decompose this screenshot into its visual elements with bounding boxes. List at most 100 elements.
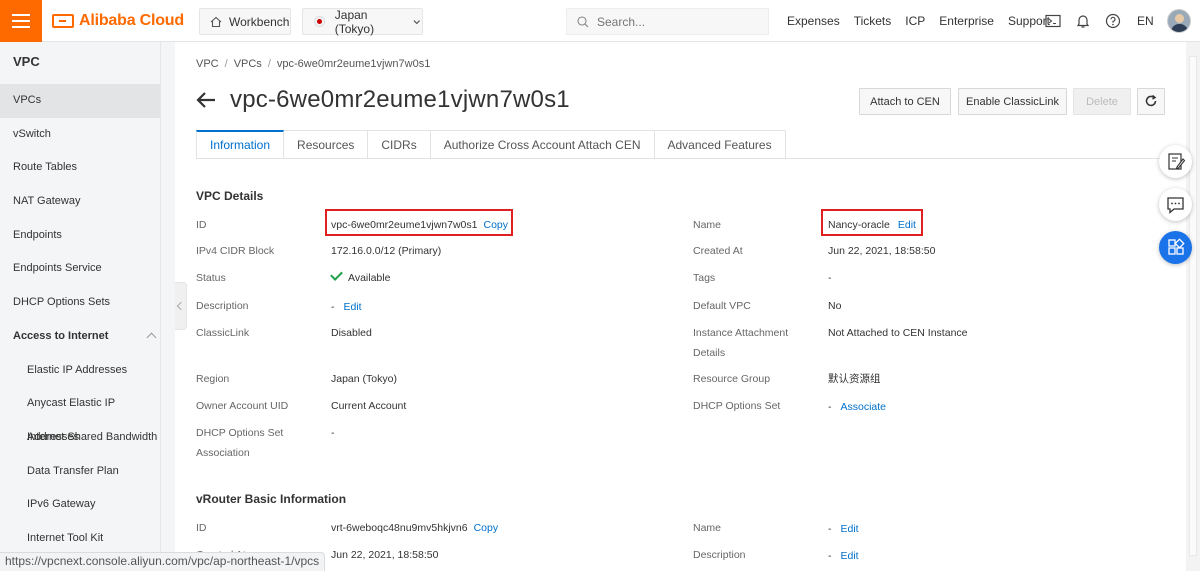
status-text: Available [348,272,391,284]
icp-link[interactable]: ICP [905,14,925,28]
sidebar-item-shared-bandwidth[interactable]: Internet Shared Bandwidth [0,421,160,455]
hamburger-menu-button[interactable] [0,0,42,42]
dhcp-options-set-text: - [828,401,832,413]
classiclink-label: ClassicLink [196,327,250,339]
tickets-link[interactable]: Tickets [854,14,892,28]
page-title: vpc-6we0mr2eume1vjwn7w0s1 [230,86,570,113]
sidebar-scrollbar[interactable] [161,42,175,571]
search-input[interactable] [597,14,767,29]
vrouter-created-value: Jun 22, 2021, 18:58:50 [331,549,439,561]
help-icon[interactable] [1105,13,1121,29]
page-scrollbar[interactable] [1186,42,1200,571]
japan-flag-icon [315,17,324,26]
instance-attachment-label: Instance Attachment Details [693,327,789,359]
resource-group-label: Resource Group [693,373,771,385]
breadcrumb-vpc[interactable]: VPC [196,58,219,70]
sidebar-item-vpcs[interactable]: VPCs [0,84,160,118]
edit-description-link[interactable]: Edit [344,301,362,313]
sidebar-item-dhcp-options-sets[interactable]: DHCP Options Sets [0,286,160,320]
enable-classiclink-button[interactable]: Enable ClassicLink [958,88,1067,115]
classiclink-value: Disabled [331,327,372,339]
edit-vrouter-description-link[interactable]: Edit [841,550,859,562]
refresh-icon [1145,94,1157,107]
chevron-up-icon [146,332,157,343]
vrouter-id-label: ID [196,522,207,534]
vrouter-description-text: - [828,550,832,562]
vpc-name-text: Nancy-oracle [828,219,890,231]
breadcrumb-current: vpc-6we0mr2eume1vjwn7w0s1 [276,58,431,70]
sidebar-group-access-to-internet[interactable]: Access to Internet [0,320,160,354]
description-label: Description [196,300,249,312]
region-selector[interactable]: Japan (Tokyo) [302,7,423,36]
edit-note-icon [1168,153,1186,170]
cidr-value: 172.16.0.0/12 (Primary) [331,245,442,257]
vrouter-description-value: - Edit [828,546,859,566]
search-icon [577,15,589,27]
resource-group-value: 默认资源组 [828,373,881,385]
status-value: Available [330,268,391,288]
sidebar-item-ipv6-gateway[interactable]: IPv6 Gateway [0,488,160,522]
breadcrumb-vpcs[interactable]: VPCs [234,58,262,70]
copy-vpc-id-link[interactable]: Copy [483,219,508,231]
sidebar-item-vswitch[interactable]: vSwitch [0,118,160,152]
default-vpc-value: No [828,300,842,312]
workbench-button[interactable]: Workbench [199,8,291,35]
region-label: Japan (Tokyo) [334,7,375,36]
feedback-float-button[interactable] [1159,145,1192,178]
sidebar-title: VPC [13,54,40,69]
owner-account-value: Current Account [331,400,407,412]
tab-resources[interactable]: Resources [284,130,369,159]
check-icon [330,268,343,281]
vrouter-description-label: Description [693,549,746,561]
bell-icon[interactable] [1075,13,1091,29]
tags-label: Tags [693,272,716,284]
support-link[interactable]: Support [1008,14,1050,28]
sidebar-item-internet-tool-kit[interactable]: Internet Tool Kit [0,522,160,556]
attach-to-cen-button[interactable]: Attach to CEN [859,88,951,115]
expenses-link[interactable]: Expenses [787,14,840,28]
cidr-label: IPv4 CIDR Block [196,245,275,257]
chat-icon [1167,197,1184,214]
description-value: - Edit [331,297,362,317]
language-switch[interactable]: EN [1137,14,1154,28]
tab-information[interactable]: Information [196,130,285,159]
back-arrow-icon[interactable] [195,89,217,111]
copy-vrouter-id-link[interactable]: Copy [474,522,499,534]
sidebar-item-data-transfer-plan[interactable]: Data Transfer Plan [0,455,160,489]
global-search[interactable] [566,8,769,35]
associate-link[interactable]: Associate [841,401,887,413]
sidebar-item-nat-gateway[interactable]: NAT Gateway [0,185,160,219]
enterprise-link[interactable]: Enterprise [939,14,994,28]
vpc-name-value: Nancy-oracle Edit [828,215,916,235]
home-icon [210,16,222,27]
vrouter-id-text: vrt-6weboqc48nu9mv5hkjvn6 [331,522,468,534]
sidebar-item-endpoints-service[interactable]: Endpoints Service [0,252,160,286]
default-vpc-label: Default VPC [693,300,751,312]
top-bar: Alibaba Cloud Workbench Japan (Tokyo) Ex… [0,0,1200,42]
tab-cidrs[interactable]: CIDRs [368,130,431,159]
sidebar-item-endpoints[interactable]: Endpoints [0,219,160,253]
refresh-button[interactable] [1137,88,1165,115]
status-bar-url: https://vpcnext.console.aliyun.com/vpc/a… [0,552,326,571]
owner-account-label: Owner Account UID [196,400,289,412]
alibaba-cloud-logo[interactable]: Alibaba Cloud [52,11,184,31]
user-avatar[interactable] [1167,9,1191,33]
tab-advanced-features[interactable]: Advanced Features [654,130,786,159]
vpc-details-title: VPC Details [196,189,264,203]
delete-button[interactable]: Delete [1073,88,1131,115]
scrollbar-thumb[interactable] [1189,56,1197,556]
edit-vrouter-name-link[interactable]: Edit [841,523,859,535]
apps-float-button[interactable] [1159,231,1192,264]
edit-name-link[interactable]: Edit [898,219,916,231]
chat-float-button[interactable] [1159,188,1192,221]
sidebar-item-elastic-ip[interactable]: Elastic IP Addresses [0,354,160,388]
tab-authorize-cross-account[interactable]: Authorize Cross Account Attach CEN [430,130,655,159]
sidebar-item-route-tables[interactable]: Route Tables [0,151,160,185]
dhcp-options-set-value: - Associate [828,397,886,417]
terminal-icon[interactable] [1045,13,1061,29]
apps-grid-icon [1168,238,1185,255]
sidebar-item-anycast-eip[interactable]: Anycast Elastic IP Addresses [0,387,160,443]
vrouter-name-value: - Edit [828,519,859,539]
tags-value: - [828,272,832,284]
instance-attachment-value: Not Attached to CEN Instance [828,327,968,339]
